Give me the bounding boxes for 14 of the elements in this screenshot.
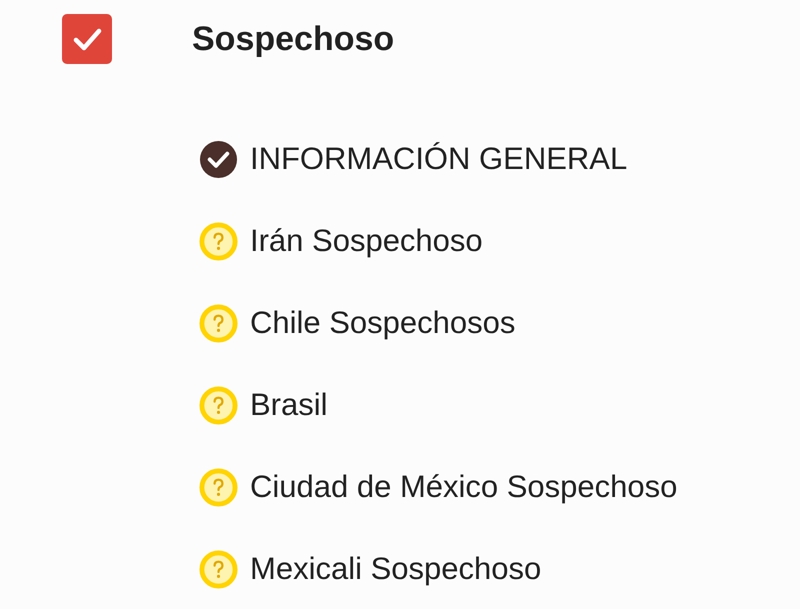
question-circle-icon [199, 304, 238, 342]
question-circle-icon [199, 386, 238, 424]
list-item[interactable]: Brasil [250, 387, 328, 423]
section-title: Sospechoso [192, 20, 394, 58]
checkbox[interactable] [62, 14, 112, 64]
list-item[interactable]: Ciudad de México Sospechoso [250, 469, 678, 505]
question-circle-icon [199, 222, 238, 260]
list-item[interactable]: Irán Sospechoso [250, 223, 483, 259]
question-circle-icon [199, 468, 238, 506]
list-item[interactable]: Mexicali Sospechoso [250, 551, 542, 587]
check-circle-icon [199, 140, 238, 178]
list-item[interactable]: Chile Sospechosos [250, 305, 516, 341]
question-circle-icon [199, 550, 238, 588]
list-item[interactable]: INFORMACIÓN GENERAL [250, 141, 628, 177]
